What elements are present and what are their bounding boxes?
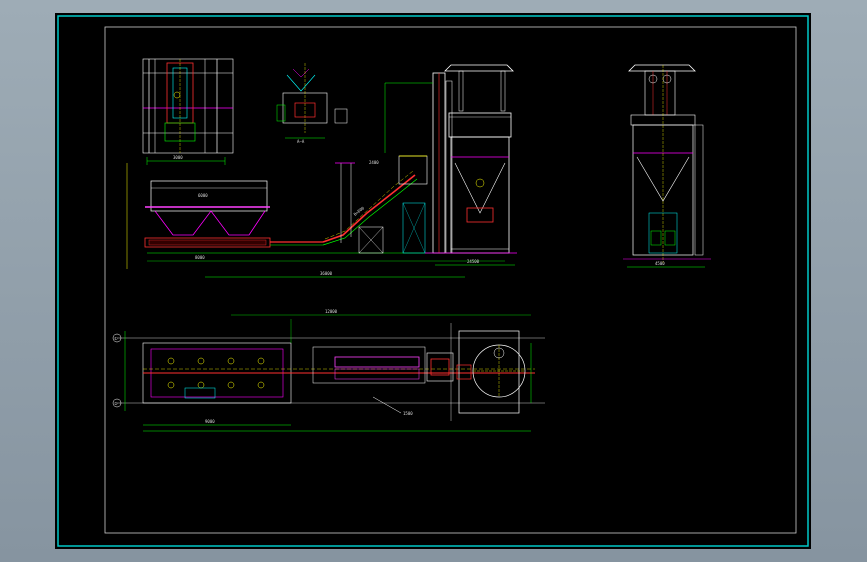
section-label: A—A (297, 139, 305, 144)
elevation-mark: 2400 (369, 160, 379, 165)
grid-label-2: ② (114, 401, 118, 406)
main-elevation-view: 36000 8000 6000 B=800 2400 24500 (126, 64, 517, 278)
hopper-section-view: A—A (276, 63, 348, 144)
end-width-label: 4500 (655, 261, 665, 266)
plan-note: 1500 (403, 411, 413, 416)
overall-length-label: 36000 (320, 271, 333, 276)
dim-label: 3000 (173, 155, 183, 160)
drawing-sheet: 3000 A—A 36000 8000 6000 B=800 2400 2450… (55, 13, 811, 549)
plan-dim-top: 12000 (325, 309, 338, 314)
plan-dim-bin: 9000 (205, 419, 215, 424)
side-elevation-view: 3000 (142, 58, 234, 165)
cad-drawing: 3000 A—A 36000 8000 6000 B=800 2400 2450… (57, 15, 809, 547)
bin-width-label: 8000 (195, 255, 205, 260)
right-end-elevation-view: 4500 (623, 64, 711, 268)
plan-view: ① ② 1500 9000 12000 (112, 309, 545, 432)
tower-height-label: 24500 (467, 259, 480, 264)
grid-label-1: ① (114, 336, 118, 341)
sheet-border-inner (104, 26, 797, 534)
bin-width-top: 6000 (198, 193, 208, 198)
cad-viewport[interactable]: 3000 A—A 36000 8000 6000 B=800 2400 2450… (0, 0, 867, 562)
